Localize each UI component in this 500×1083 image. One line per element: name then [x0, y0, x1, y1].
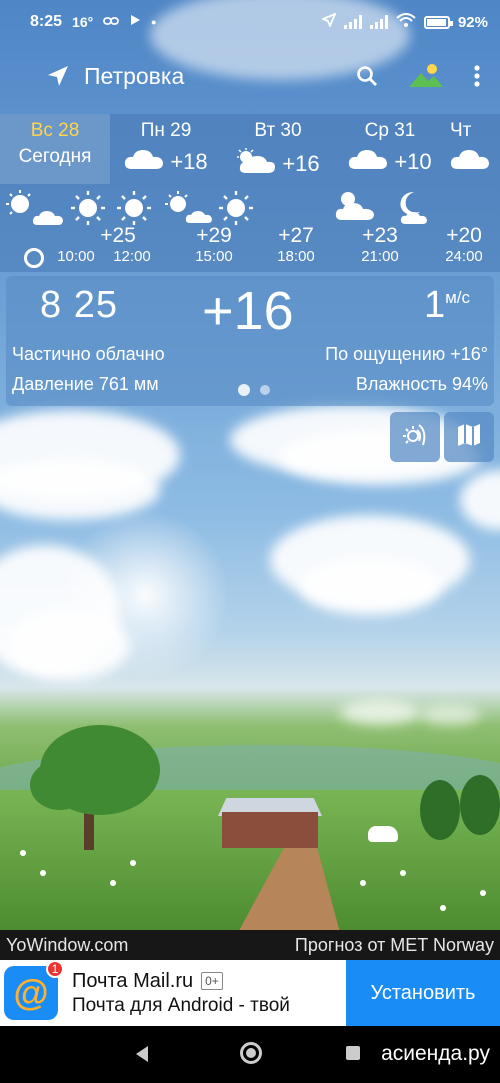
install-button[interactable]: Установить [346, 960, 500, 1026]
location-arrow-icon[interactable] [46, 64, 70, 88]
day-tabs: Вс 28 Сегодня Пн 29 +18 Вт 30 +16 Ср 31 … [0, 114, 500, 184]
status-temp: 16° [72, 14, 94, 30]
signal-icon-2 [369, 15, 388, 29]
map-button[interactable] [444, 412, 494, 462]
weather-radar-icon [401, 421, 429, 454]
age-rating: 0+ [201, 972, 223, 990]
search-icon[interactable] [356, 65, 378, 87]
battery-percent: 92% [457, 13, 488, 31]
cloud-icon [348, 148, 388, 176]
location-icon [320, 12, 337, 31]
hour-time: 21:00 [361, 248, 399, 265]
more-vert-icon[interactable] [474, 65, 480, 87]
cloud-icon [334, 190, 376, 227]
tab-day-4[interactable]: Ср 31 +10 [334, 114, 446, 184]
page-indicator [238, 384, 270, 396]
ad-subtitle: Почта для Android - твой [72, 994, 290, 1016]
hour-time: 24:00 [445, 248, 483, 265]
watermark: асиенда.ру [381, 1042, 490, 1065]
current-time: 8 25 [40, 284, 118, 326]
ad-banner[interactable]: @ 1 Почта Mail.ru 0+ Почта для Android -… [0, 960, 500, 1026]
day-temp: +10 [394, 149, 432, 174]
hour-temp: +25 [100, 224, 136, 247]
hour-time: 10:00 [57, 248, 95, 265]
map-icon [456, 422, 482, 453]
day-name: Вс 28 [30, 120, 80, 141]
status-time: 8:25 [30, 13, 63, 30]
app-bar: Петровка [0, 48, 500, 104]
landscape-icon[interactable] [408, 63, 444, 89]
feels-like-text: По ощущению +16° [325, 344, 488, 364]
day-temp: +16 [282, 151, 320, 176]
partly-cloudy-icon [6, 190, 64, 231]
day-name: Пн 29 [140, 120, 192, 141]
mail-app-icon: @ 1 [4, 960, 64, 1020]
city-name[interactable]: Петровка [84, 63, 184, 90]
play-icon [129, 13, 141, 31]
signal-icon [343, 15, 362, 29]
day-name: Вт 30 [254, 120, 302, 141]
hourly-forecast[interactable]: +25 +29 +27 +23 +20 10:00 12:00 15:00 18… [0, 184, 500, 272]
status-bar: 8:25 16° • 92% [0, 0, 500, 44]
navigation-bar: асиенда.ру [0, 1026, 500, 1083]
page-dot [260, 385, 270, 395]
horse [368, 826, 398, 842]
recent-apps-icon[interactable] [346, 1046, 360, 1060]
partly-cloudy-icon [236, 148, 276, 180]
hour-temp: +27 [278, 224, 314, 247]
current-conditions-card[interactable]: 8 25 +16 1м/с Частично облачно По ощущен… [6, 276, 494, 406]
pressure-text: Давление 761 мм [12, 374, 159, 394]
cloud-icon [124, 148, 164, 176]
hour-temp: +29 [196, 224, 232, 247]
day-temp: +18 [170, 149, 208, 174]
house [222, 812, 318, 848]
home-icon[interactable] [240, 1042, 262, 1064]
wind-value: 1 [423, 284, 446, 326]
wind-speed: 1м/с [424, 284, 470, 327]
tab-today[interactable]: Вс 28 Сегодня [0, 114, 110, 184]
yowindow-link[interactable]: YoWindow.com [6, 935, 128, 956]
credits-bar: YoWindow.com Прогноз от MET Norway [0, 930, 500, 960]
tab-day-3[interactable]: Вт 30 +16 [222, 114, 334, 184]
day-name: Чт [450, 120, 472, 141]
hour-temp: +20 [446, 224, 482, 247]
hour-time: 18:00 [277, 248, 315, 265]
wifi-icon [396, 13, 416, 31]
sun-glow [60, 510, 230, 680]
tab-day-2[interactable]: Пн 29 +18 [110, 114, 222, 184]
back-icon[interactable] [136, 1046, 148, 1062]
tab-day-5[interactable]: Чт [446, 114, 498, 184]
cloud-icon [450, 148, 490, 176]
day-sub-label: Сегодня [18, 146, 92, 167]
link-icon [103, 13, 120, 31]
notification-badge: 1 [46, 960, 64, 978]
page-dot-active [238, 384, 250, 396]
current-temperature: +16 [202, 281, 294, 341]
hour-temp: +23 [362, 224, 398, 247]
hour-time: 12:00 [113, 248, 151, 265]
forecast-source-link[interactable]: Прогноз от MET Norway [295, 935, 494, 956]
day-name: Ср 31 [364, 120, 416, 141]
dot-icon: • [151, 14, 157, 30]
weather-radar-button[interactable] [390, 412, 440, 462]
wind-unit: м/с [445, 288, 470, 307]
current-time-indicator [24, 248, 44, 268]
ad-title: Почта Mail.ru [72, 969, 194, 992]
hour-time: 15:00 [195, 248, 233, 265]
battery-icon [423, 15, 453, 29]
humidity-text: Влажность 94% [355, 374, 488, 394]
condition-text: Частично облачно [12, 344, 165, 364]
